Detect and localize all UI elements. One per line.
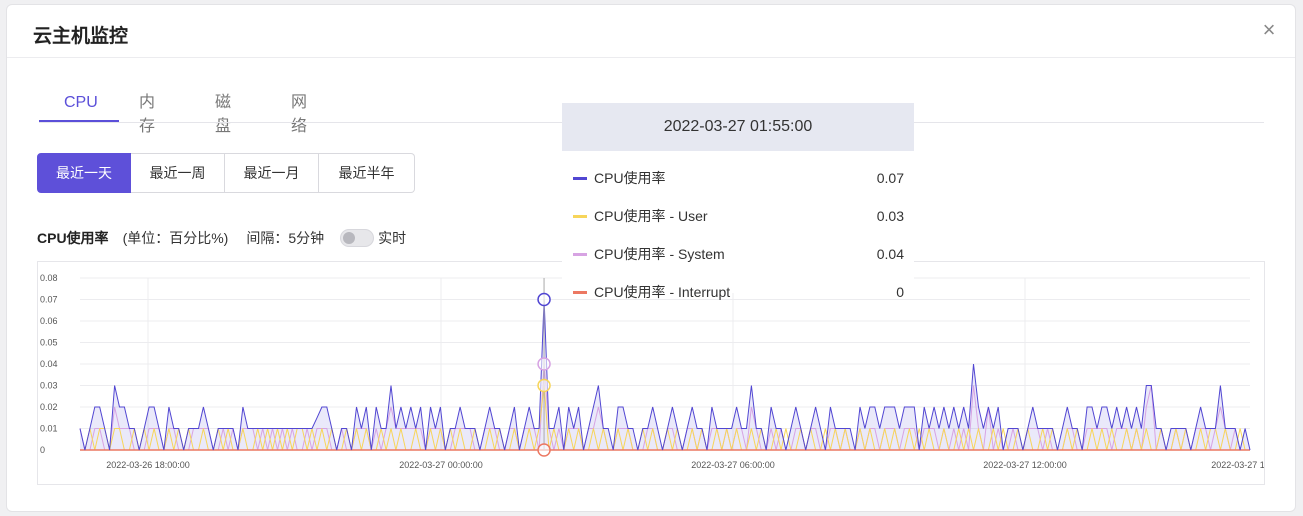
tab-cpu[interactable]: CPU <box>64 91 98 123</box>
hover-point <box>537 357 551 371</box>
close-icon[interactable]: × <box>1259 19 1279 41</box>
series-line <box>79 299 1251 451</box>
metric-interval: 间隔：5分钟 <box>246 230 325 246</box>
realtime-label: 实时 <box>378 230 407 246</box>
tooltip-row-system: CPU使用率 - System 0.04 <box>573 243 904 265</box>
y-tick-label: 0.06 <box>40 316 58 326</box>
series-swatch <box>573 176 587 180</box>
x-tick-label: 2022-03-26 18:00:00 <box>106 460 190 470</box>
x-tick-label: 2022-03-27 1 <box>1211 460 1264 470</box>
tooltip-label: CPU使用率 - User <box>594 208 708 224</box>
tooltip-row-interrupt: CPU使用率 - Interrupt 0 <box>573 281 904 303</box>
tab-memory[interactable]: 内存 <box>139 91 155 135</box>
tooltip-row-cpu: CPU使用率 0.07 <box>573 167 904 189</box>
range-1week-button[interactable]: 最近一周 <box>131 153 225 193</box>
range-1month-button[interactable]: 最近一月 <box>225 153 319 193</box>
range-1day-button[interactable]: 最近一天 <box>37 153 131 193</box>
series-swatch <box>573 252 587 256</box>
metric-info-row: CPU使用率 (单位：百分比%) 间隔：5分钟 实时 <box>37 227 406 249</box>
cpu-area <box>80 299 1250 450</box>
tab-network[interactable]: 网络 <box>291 91 307 135</box>
tooltip-value: 0.07 <box>876 170 904 186</box>
metric-unit: (单位：百分比%) <box>122 230 229 246</box>
series-swatch <box>573 214 587 218</box>
tooltip-time: 2022-03-27 01:55:00 <box>562 103 914 151</box>
hover-point <box>537 378 551 393</box>
y-tick-label: 0.05 <box>40 338 58 348</box>
x-tick-label: 2022-03-27 06:00:00 <box>691 460 775 470</box>
tab-disk[interactable]: 磁盘 <box>215 91 231 135</box>
tooltip-row-user: CPU使用率 - User 0.03 <box>573 205 904 227</box>
y-tick-label: 0.04 <box>40 359 58 369</box>
tooltip-label: CPU使用率 - Interrupt <box>594 284 731 300</box>
header-divider <box>7 57 1295 58</box>
series-line <box>80 385 1246 451</box>
y-tick-label: 0.07 <box>40 295 58 305</box>
hover-point <box>537 443 551 457</box>
y-tick-label: 0.03 <box>40 381 58 391</box>
y-tick-label: 0.08 <box>40 273 58 283</box>
tooltip-value: 0.04 <box>876 246 904 262</box>
y-tick-label: 0.01 <box>40 424 58 434</box>
x-tick-label: 2022-03-27 00:00:00 <box>399 460 483 470</box>
toggle-knob <box>343 232 356 244</box>
hover-point <box>537 292 551 307</box>
y-tick-label: 0 <box>40 445 45 455</box>
tooltip-label: CPU使用率 - System <box>594 246 725 262</box>
tooltip-value: 0 <box>896 284 904 300</box>
tooltip-value: 0.03 <box>876 208 904 224</box>
realtime-toggle[interactable] <box>340 229 375 247</box>
x-tick-label: 2022-03-27 12:00:00 <box>983 460 1067 470</box>
range-halfyear-button[interactable]: 最近半年 <box>319 153 415 193</box>
dialog-title: 云主机监控 <box>33 26 129 47</box>
time-range-group: 最近一天 最近一周 最近一月 最近半年 <box>37 153 415 193</box>
metric-name: CPU使用率 <box>37 230 109 246</box>
tooltip-label: CPU使用率 <box>594 170 666 186</box>
monitor-dialog: 云主机监控 × CPU 内存 磁盘 网络 最近一天 最近一周 最近一月 最近半年… <box>6 4 1296 512</box>
chart-tooltip: 2022-03-27 01:55:00 CPU使用率 0.07 CPU使用率 -… <box>562 103 914 300</box>
y-tick-label: 0.02 <box>40 402 58 412</box>
series-swatch <box>573 290 587 294</box>
